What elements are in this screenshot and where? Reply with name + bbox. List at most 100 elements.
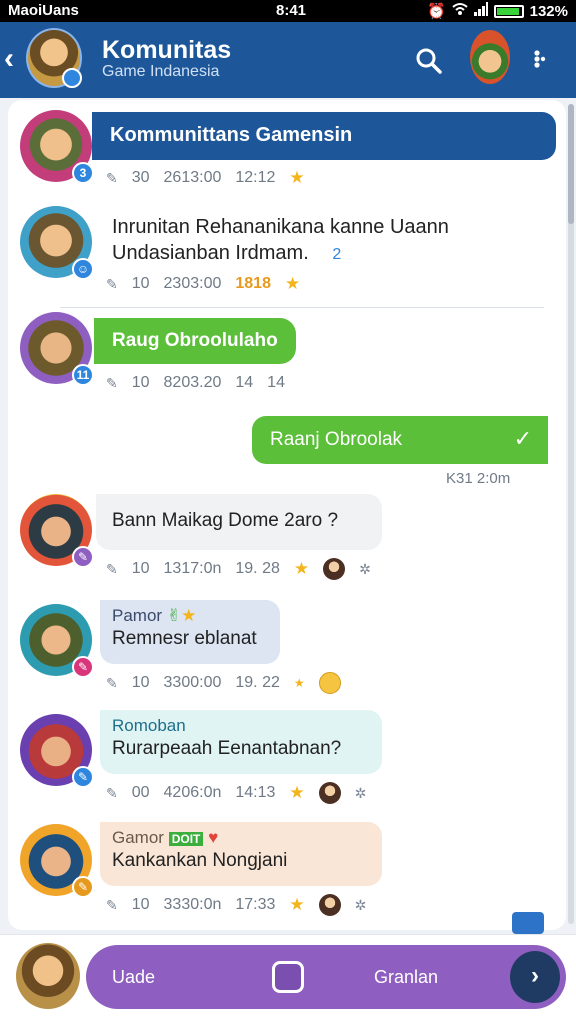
send-button[interactable]: › [510, 951, 560, 1003]
star-icon[interactable]: ★ [289, 783, 304, 803]
status-bar: MaoiUans 8:41 ⏰ 132% [0, 0, 576, 22]
message-bubble[interactable]: Kommunittans Gamensin [92, 112, 556, 160]
meta-time: 1818 [235, 275, 271, 292]
message-meta: ✎ 10 8203.20 14 14 [106, 374, 285, 392]
alarm-icon: ⏰ [426, 3, 446, 20]
outgoing-message-bubble[interactable]: Raanj Obroolak ✓ [252, 416, 548, 464]
meta-date: 3330:0n [163, 896, 222, 913]
user-level-badge: ✎ [72, 546, 94, 568]
message-line: Inrunitan Rehananikana kanne Uaann [112, 216, 449, 238]
message-bubble[interactable]: Raug Obroolulaho [94, 318, 296, 364]
message-bubble[interactable]: Romoban Rurarpeaah Eenantabnan? [100, 710, 382, 774]
reactor-avatar[interactable] [323, 558, 346, 580]
user-avatar[interactable]: ✎ [20, 714, 94, 788]
more-reactions-icon[interactable]: ✲ [359, 561, 371, 578]
message-meta: ✎ 00 4206:0n 14:13 ★ ✲ [106, 782, 366, 804]
pen-icon: ✎ [106, 784, 118, 801]
clock: 8:41 [276, 2, 307, 19]
user-avatar[interactable]: ✎ [20, 604, 94, 678]
reply-count: 2 [332, 246, 342, 263]
search-button[interactable] [414, 46, 444, 76]
meta-extra: 14 [267, 374, 285, 391]
sender-name: Romoban [112, 716, 186, 735]
meta-date: 1317:0n [163, 560, 222, 577]
star-icon: ★ [181, 606, 197, 625]
sticker-icon[interactable] [272, 961, 304, 993]
message-input-bar[interactable]: Uade Granlan › [86, 945, 566, 1009]
badge-icon[interactable]: ★ [289, 895, 304, 915]
scrollbar[interactable] [568, 104, 574, 924]
more-vertical-icon [534, 50, 546, 68]
meta-date: 3300:00 [163, 674, 222, 691]
reactor-avatar[interactable] [318, 894, 341, 916]
star-icon[interactable]: ★ [285, 274, 300, 294]
user-level-badge: 3 [72, 162, 94, 184]
message-meta: ✎ 10 3330:0n 17:33 ★ ✲ [106, 894, 366, 916]
signal-icon [473, 2, 488, 20]
more-reactions-icon[interactable]: ✲ [355, 897, 367, 914]
meta-time: 14 [235, 374, 254, 391]
meta-date: 2613:00 [163, 169, 222, 186]
more-options-button[interactable] [528, 44, 552, 74]
meta-count: 10 [131, 896, 150, 913]
reactor-avatar[interactable] [318, 782, 341, 804]
meta-date: 4206:0n [163, 784, 222, 801]
page-subtitle: Game Indanesia [102, 63, 220, 80]
meta-date: 2303:00 [163, 275, 222, 292]
meta-count: 10 [131, 560, 150, 577]
back-button[interactable]: ‹ [4, 42, 24, 76]
meta-count: 00 [131, 784, 150, 801]
battery-percent: 132% [529, 2, 568, 20]
meta-count: 10 [131, 275, 150, 292]
pen-icon: ✎ [106, 275, 118, 292]
user-avatar[interactable]: ☺ [20, 206, 94, 280]
message-sender: Gamor DOIT ♥ [112, 828, 370, 848]
app-header: ‹ Komunitas Game Indanesia [0, 22, 576, 98]
meta-date: 8203.20 [163, 374, 222, 391]
my-avatar[interactable] [16, 943, 80, 1009]
message-bubble[interactable]: Bann Maikag Dome 2aro ? [96, 494, 382, 550]
heart-icon: ♥ [208, 828, 219, 847]
message-line: Undasianban Irdmam. 2 [112, 240, 542, 268]
user-level-badge: ✎ [72, 876, 94, 898]
battery-level-fill [496, 7, 520, 15]
star-icon[interactable]: ★ [294, 559, 309, 579]
more-reactions-icon[interactable]: ✲ [355, 785, 367, 802]
meta-count: 10 [131, 674, 150, 691]
message-text: Remnesr eblanat [112, 628, 257, 649]
message-bubble[interactable]: Gamor DOIT ♥ Kankankan Nongjani [100, 822, 382, 886]
read-check-icon: ✓ [513, 426, 532, 451]
user-avatar[interactable]: ✎ [20, 494, 94, 568]
star-icon[interactable]: ★ [289, 168, 304, 188]
profile-avatar-button[interactable] [470, 30, 510, 84]
community-badge-icon [62, 68, 82, 88]
message-meta: ✎ 10 1317:0n 19. 28 ★ ✲ [106, 558, 371, 580]
meta-time: 14:13 [235, 784, 276, 801]
user-avatar[interactable]: 11 [20, 312, 94, 386]
message-sender: Pamor ✌★ [112, 606, 268, 626]
message-bubble[interactable]: Pamor ✌★ Remnesr eblanat [100, 600, 280, 664]
search-icon [416, 48, 442, 74]
message-meta: ✎ 30 2613:00 12:12 ★ [106, 168, 305, 188]
tag-badge: DOIT [168, 832, 204, 846]
message-text: Raanj Obroolak [270, 429, 403, 450]
message-line-text: Undasianban Irdmam. [112, 242, 309, 264]
message-text[interactable]: Inrunitan Rehananikana kanne Uaann Undas… [112, 214, 542, 268]
sender-name: Gamor [112, 828, 164, 847]
community-avatar[interactable] [26, 28, 82, 88]
user-avatar[interactable]: ✎ [20, 824, 94, 898]
scrollbar-thumb[interactable] [568, 104, 574, 224]
user-level-badge: 11 [72, 364, 94, 386]
user-level-badge: ☺ [72, 258, 94, 280]
composer-left-label[interactable]: Uade [112, 967, 155, 988]
pen-icon: ✎ [106, 169, 118, 186]
user-avatar[interactable]: 3 [20, 110, 94, 184]
message-time: K31 2:0m [446, 470, 511, 487]
share-icon[interactable] [512, 912, 544, 934]
pen-icon: ✎ [106, 896, 118, 913]
star-icon[interactable]: ★ [294, 676, 305, 690]
composer-right-label[interactable]: Granlan [374, 967, 438, 988]
pen-icon: ✎ [106, 560, 118, 577]
smiley-emoji-icon[interactable] [318, 672, 341, 694]
message-meta: ✎ 10 3300:00 19. 22 ★ [106, 672, 341, 694]
